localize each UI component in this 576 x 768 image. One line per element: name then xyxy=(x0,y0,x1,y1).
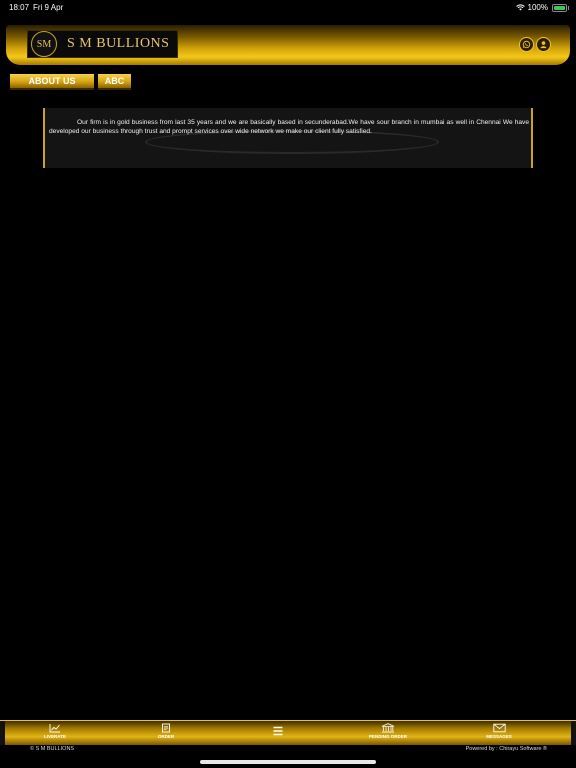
battery-percent: 100% xyxy=(527,3,548,12)
brand-name: S M BULLIONS xyxy=(67,36,170,51)
bank-icon xyxy=(381,723,395,733)
home-indicator[interactable] xyxy=(200,760,376,764)
nav-edge-right xyxy=(571,721,576,745)
powered-by-text: Powered by : Chirayu Software ® xyxy=(465,746,547,752)
order-icon xyxy=(162,723,170,733)
nav-pending-label: PENDING ORDER xyxy=(368,734,407,739)
status-indicators: 100% xyxy=(515,3,569,12)
wifi-icon xyxy=(515,4,525,11)
nav-order[interactable]: ORDER xyxy=(136,723,196,739)
whatsapp-icon[interactable] xyxy=(519,37,534,52)
menu-icon xyxy=(273,726,283,736)
brand-logo[interactable]: SM S M BULLIONS xyxy=(27,30,178,58)
bottom-nav: LIVERATE ORDER PENDING ORDER MESSAGES xyxy=(0,720,576,745)
chart-icon xyxy=(49,724,60,733)
logo-emblem: SM xyxy=(31,31,57,57)
nav-menu[interactable] xyxy=(248,726,308,736)
battery-level xyxy=(554,5,565,10)
nav-pending-order[interactable]: PENDING ORDER xyxy=(358,723,418,739)
battery-icon xyxy=(552,3,569,12)
status-time: 18:07 xyxy=(9,3,30,12)
user-icon[interactable] xyxy=(536,37,551,52)
nav-edge-left xyxy=(0,721,5,745)
tab-about-us[interactable]: ABOUT US xyxy=(10,74,94,90)
nav-liverate[interactable]: LIVERATE xyxy=(25,723,85,739)
status-bar: 18:07 Fri 9 Apr 100% xyxy=(0,0,576,14)
tab-strip: ABOUT US ABC xyxy=(0,74,576,90)
app-header: SM S M BULLIONS xyxy=(6,25,570,65)
copyright-text: © S M BULLIONS xyxy=(30,746,75,752)
nav-order-label: ORDER xyxy=(157,734,175,739)
tab-secondary[interactable]: ABC xyxy=(98,74,131,90)
status-date: Fri 9 Apr xyxy=(33,3,64,12)
nav-liverate-label: LIVERATE xyxy=(44,734,66,739)
footer: © S M BULLIONS Powered by : Chirayu Soft… xyxy=(0,745,576,755)
nav-messages[interactable]: MESSAGES xyxy=(469,723,529,739)
mail-icon xyxy=(492,723,506,733)
about-text: Our firm is in gold business from last 3… xyxy=(49,119,529,135)
about-panel: Our firm is in gold business from last 3… xyxy=(43,108,533,168)
nav-messages-label: MESSAGES xyxy=(486,734,512,739)
